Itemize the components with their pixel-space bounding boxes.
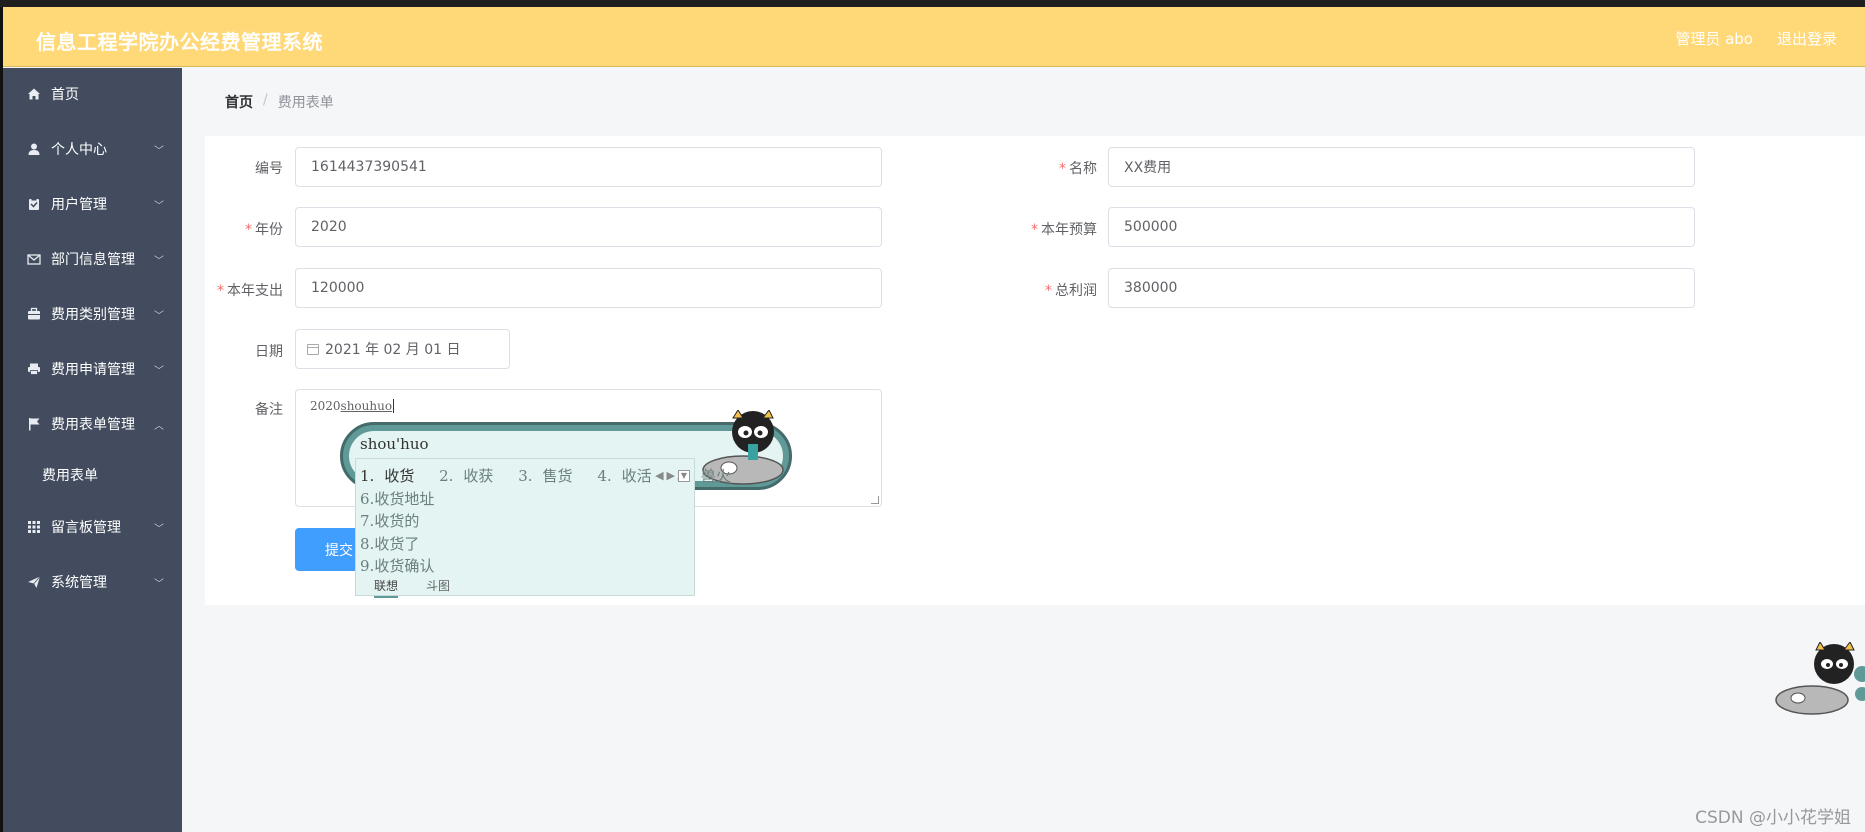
id-field[interactable]: 1614437390541 bbox=[295, 147, 882, 187]
chevron-down-icon: ﹀ bbox=[154, 578, 164, 590]
sidebar-item-department-management[interactable]: 部门信息管理 ﹀ bbox=[3, 239, 182, 279]
sidebar-item-label: 费用类别管理 bbox=[51, 307, 135, 323]
ime-candidate-7[interactable]: 7.收货的 bbox=[360, 510, 419, 531]
remark-composition: shouhuo bbox=[340, 399, 393, 413]
breadcrumb-current: 费用表单 bbox=[277, 95, 334, 111]
id-label: 编号 bbox=[255, 161, 283, 177]
sidebar-subitem-expense-form[interactable]: 费用表单 bbox=[3, 455, 182, 495]
sidebar: 首页 个人中心 ﹀ 用户管理 ﹀ 部门信息管理 ﹀ 费用类别管理 ﹀ 费用申请管… bbox=[3, 68, 182, 832]
ime-candidate-6[interactable]: 6.收货地址 bbox=[360, 488, 434, 509]
current-user[interactable]: 管理员 abo bbox=[1675, 28, 1753, 49]
budget-label: * 本年预算 bbox=[1031, 222, 1097, 238]
ime-candidate-4[interactable]: 4. 收活 bbox=[597, 467, 661, 485]
mail-icon bbox=[26, 251, 42, 267]
ime-tabs: 联想 斗图 bbox=[374, 577, 450, 598]
sidebar-item-system-management[interactable]: 系统管理 ﹀ bbox=[3, 562, 182, 602]
chevron-down-icon: ﹀ bbox=[154, 310, 164, 322]
ime-candidate-1[interactable]: 1. 收货 bbox=[360, 467, 424, 485]
text-caret bbox=[393, 399, 395, 413]
sidebar-item-expense-category[interactable]: 费用类别管理 ﹀ bbox=[3, 294, 182, 334]
sidebar-item-label: 系统管理 bbox=[51, 575, 107, 591]
app-title: 信息工程学院办公经费管理系统 bbox=[36, 30, 323, 54]
sidebar-item-label: 首页 bbox=[51, 87, 79, 103]
header-actions: 管理员 abo 退出登录 bbox=[1675, 28, 1837, 49]
remark-value: 2020 bbox=[310, 399, 341, 413]
ime-page-nav: ◀ ▶ ▼ bbox=[655, 469, 690, 482]
send-icon bbox=[26, 574, 42, 590]
date-label: 日期 bbox=[255, 344, 283, 360]
top-header: 信息工程学院办公经费管理系统 管理员 abo 退出登录 bbox=[3, 7, 1865, 67]
sidebar-item-label: 个人中心 bbox=[51, 142, 107, 158]
expense-label: * 本年支出 bbox=[217, 283, 283, 299]
budget-field[interactable]: 500000 bbox=[1108, 207, 1695, 247]
resize-handle[interactable] bbox=[871, 496, 879, 504]
sidebar-item-user-management[interactable]: 用户管理 ﹀ bbox=[3, 184, 182, 224]
sidebar-item-label: 费用申请管理 bbox=[51, 362, 135, 378]
sidebar-item-personal-center[interactable]: 个人中心 ﹀ bbox=[3, 129, 182, 169]
ime-candidate-row: 1.收货 2.收获 3.售货 4.收活 5.兽火 bbox=[360, 465, 751, 486]
grid-icon bbox=[26, 519, 42, 535]
chevron-down-icon: ﹀ bbox=[154, 200, 164, 212]
sidebar-item-label: 费用表单 bbox=[42, 468, 98, 484]
ime-next-icon[interactable]: ▶ bbox=[667, 469, 675, 482]
sidebar-item-message-board[interactable]: 留言板管理 ﹀ bbox=[3, 507, 182, 547]
ime-expand-icon[interactable]: ▼ bbox=[678, 469, 690, 482]
flag-icon bbox=[26, 416, 42, 432]
sidebar-item-label: 费用表单管理 bbox=[51, 417, 135, 433]
chevron-down-icon: ﹀ bbox=[154, 145, 164, 157]
chevron-down-icon: ﹀ bbox=[154, 365, 164, 377]
name-field[interactable]: XX费用 bbox=[1108, 147, 1695, 187]
clipboard-icon bbox=[26, 196, 42, 212]
ime-candidate-9[interactable]: 9.收货确认 bbox=[360, 555, 434, 576]
chevron-up-icon: ︿ bbox=[154, 420, 164, 432]
watermark: CSDN @小小花学姐 bbox=[1695, 808, 1851, 828]
chevron-down-icon: ﹀ bbox=[154, 255, 164, 267]
breadcrumb-home[interactable]: 首页 bbox=[225, 92, 253, 112]
ime-candidate-3[interactable]: 3. 售货 bbox=[518, 467, 582, 485]
date-value: 2021 年 02 月 01 日 bbox=[325, 342, 461, 358]
year-field[interactable]: 2020 bbox=[295, 207, 882, 247]
sidebar-item-label: 用户管理 bbox=[51, 197, 107, 213]
sidebar-item-label: 部门信息管理 bbox=[51, 252, 135, 268]
sidebar-item-expense-application[interactable]: 费用申请管理 ﹀ bbox=[3, 349, 182, 389]
sidebar-item-label: 留言板管理 bbox=[51, 520, 121, 536]
home-icon bbox=[26, 86, 42, 102]
ime-prev-icon[interactable]: ◀ bbox=[655, 469, 663, 482]
logout-link[interactable]: 退出登录 bbox=[1777, 28, 1837, 49]
breadcrumb-separator: / bbox=[263, 92, 268, 108]
floating-mascot-icon[interactable] bbox=[1772, 642, 1865, 718]
sidebar-item-home[interactable]: 首页 bbox=[3, 74, 182, 114]
chevron-down-icon: ﹀ bbox=[154, 523, 164, 535]
sidebar-item-expense-form-management[interactable]: 费用表单管理 ︿ bbox=[3, 404, 182, 444]
printer-icon bbox=[26, 361, 42, 377]
briefcase-icon bbox=[26, 306, 42, 322]
year-label: * 年份 bbox=[245, 222, 283, 238]
user-icon bbox=[26, 141, 42, 157]
name-label: * 名称 bbox=[1059, 161, 1097, 177]
profit-label: * 总利润 bbox=[1045, 283, 1097, 299]
expense-field[interactable]: 120000 bbox=[295, 268, 882, 308]
profit-field[interactable]: 380000 bbox=[1108, 268, 1695, 308]
ime-composition-text: shou'huo bbox=[360, 435, 429, 453]
ime-candidate-8[interactable]: 8.收货了 bbox=[360, 533, 419, 554]
window-top-border bbox=[0, 0, 1865, 7]
ime-candidate-panel: 1.收货 2.收获 3.售货 4.收活 5.兽火 ◀ ▶ ▼ 6.收货地址 7.… bbox=[355, 458, 731, 598]
remark-label: 备注 bbox=[255, 402, 283, 418]
ime-tab-associate[interactable]: 联想 bbox=[374, 577, 399, 598]
date-picker[interactable]: 2021 年 02 月 01 日 bbox=[295, 329, 510, 369]
ime-candidate-2[interactable]: 2. 收获 bbox=[439, 467, 503, 485]
ime-tab-sticker[interactable]: 斗图 bbox=[426, 577, 450, 598]
breadcrumb: 首页 / 费用表单 bbox=[225, 92, 334, 112]
calendar-icon bbox=[307, 343, 319, 355]
